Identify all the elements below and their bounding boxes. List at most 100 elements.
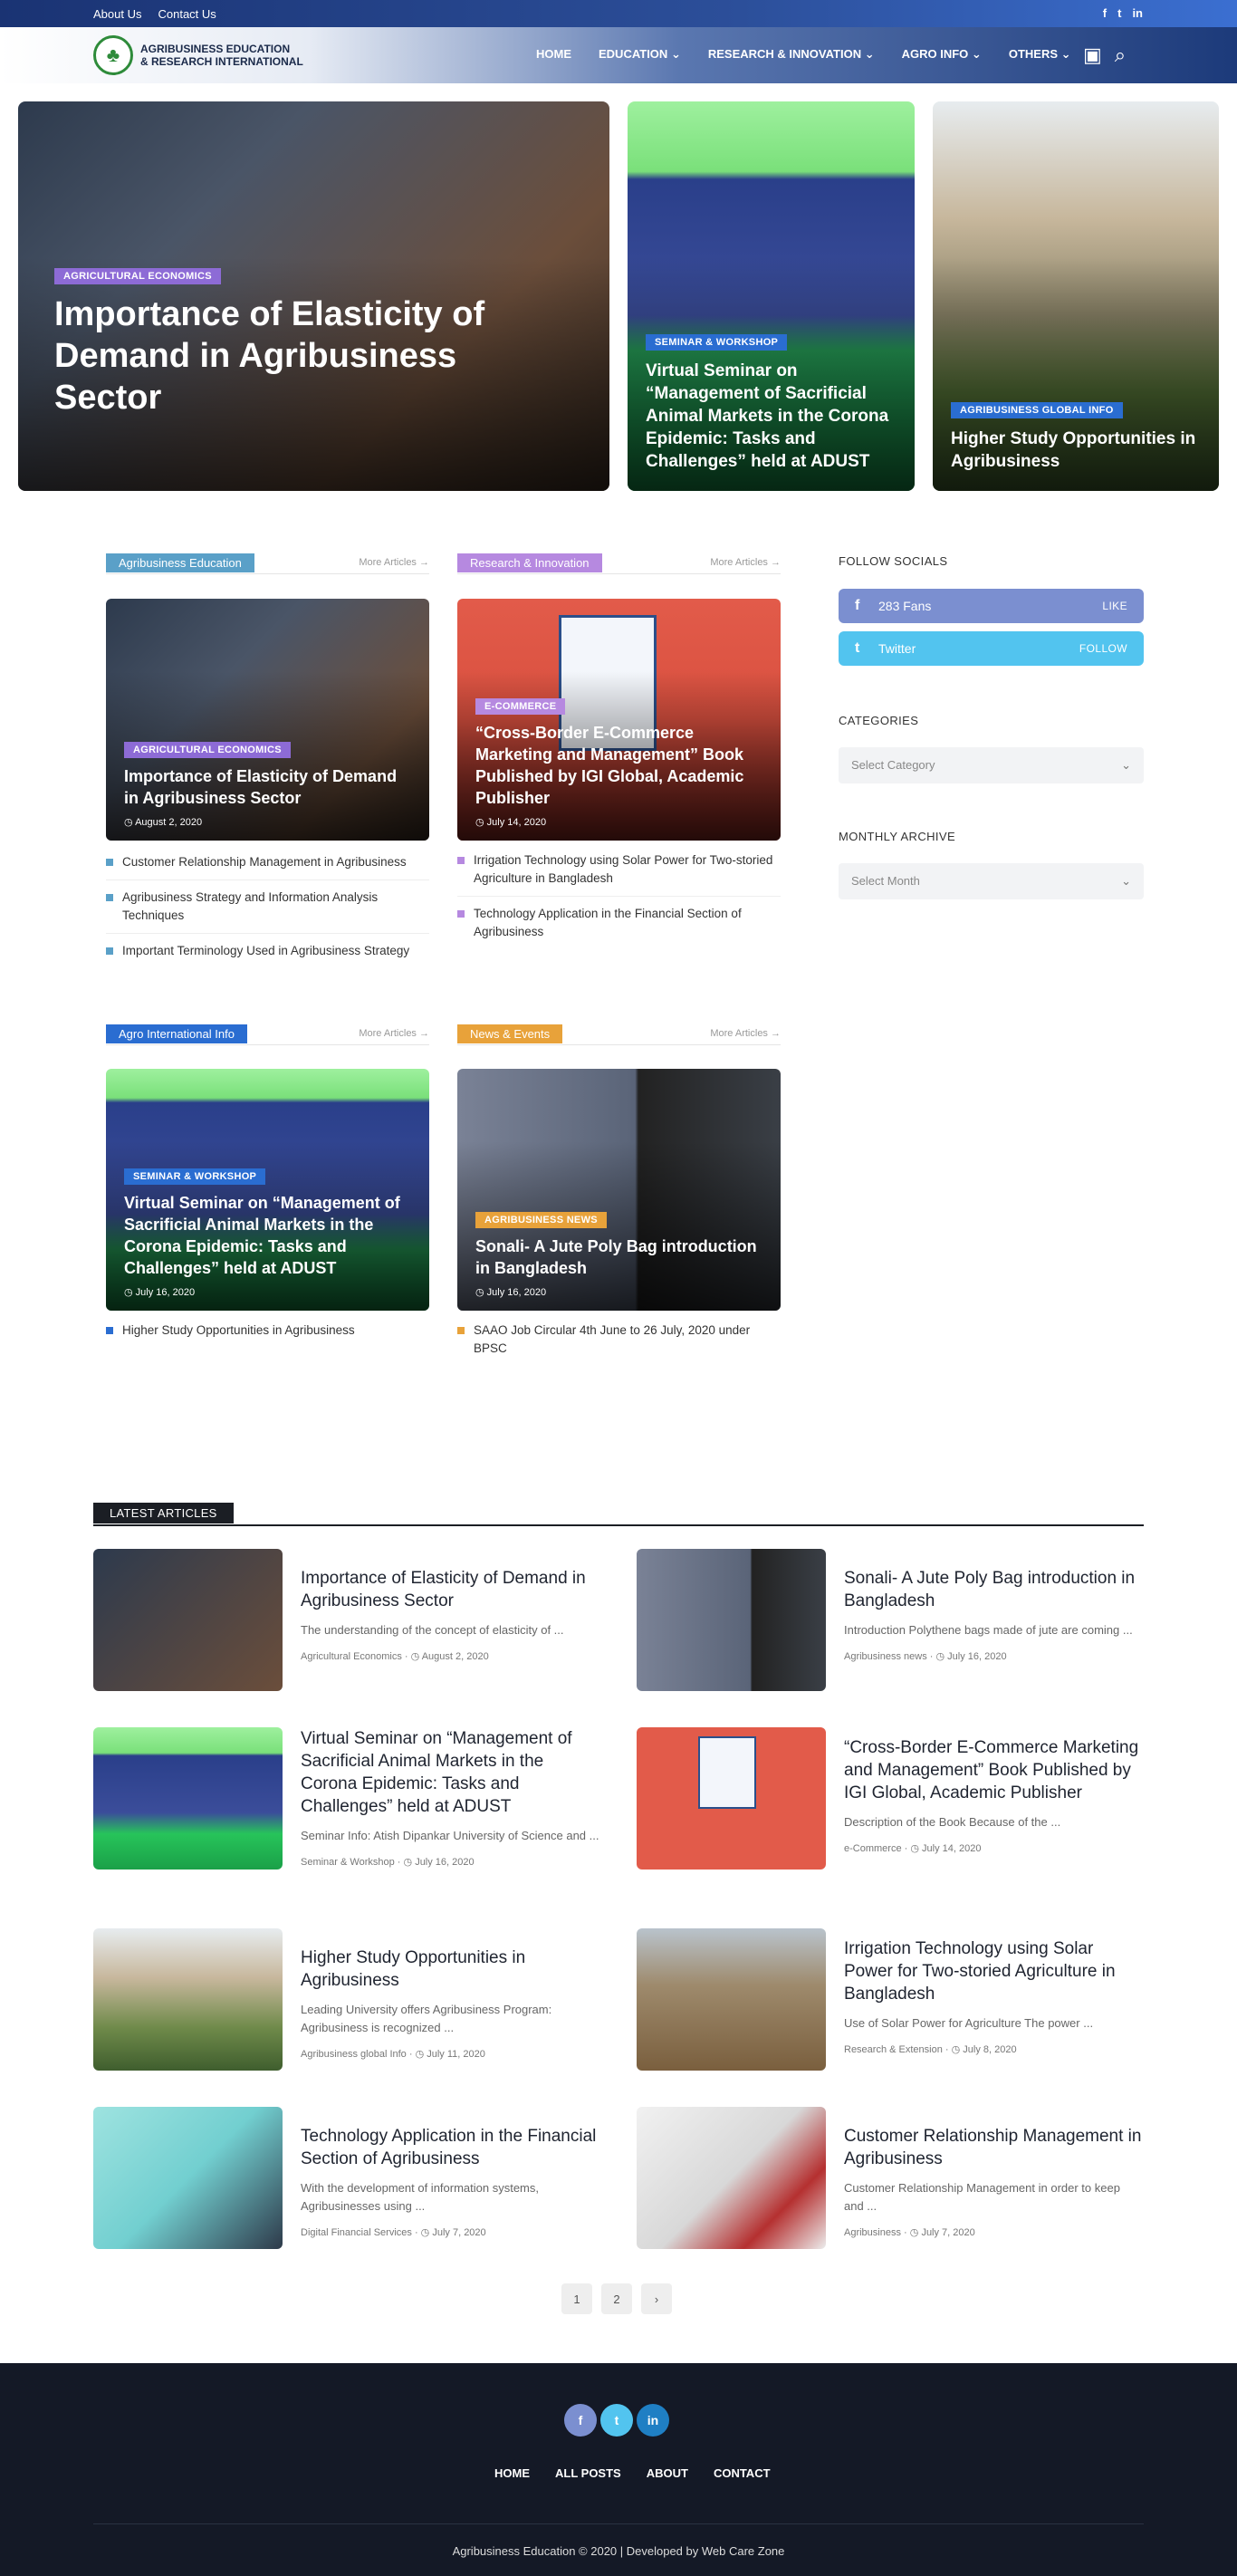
- category-badge[interactable]: E-COMMERCE: [475, 698, 566, 715]
- section-tag[interactable]: Agribusiness Education: [106, 553, 254, 572]
- contact-us-link[interactable]: Contact Us: [158, 7, 216, 21]
- article-category[interactable]: e-Commerce: [844, 1843, 902, 1854]
- nav-research[interactable]: RESEARCH & INNOVATION ⌄: [708, 47, 875, 62]
- section-tag[interactable]: News & Events: [457, 1024, 563, 1043]
- more-articles-link[interactable]: More Articles →: [710, 1028, 781, 1039]
- article-thumbnail[interactable]: [93, 2107, 283, 2249]
- linkedin-icon[interactable]: in: [637, 2404, 669, 2437]
- nav-education[interactable]: EDUCATION ⌄: [599, 47, 681, 62]
- more-articles-link[interactable]: More Articles →: [359, 1028, 429, 1039]
- article-title[interactable]: “Cross-Border E-Commerce Marketing and M…: [844, 1736, 1143, 1804]
- facebook-like-button[interactable]: f 283 Fans LIKE: [839, 589, 1144, 623]
- section-tag[interactable]: Agro International Info: [106, 1024, 247, 1043]
- article-excerpt: With the development of information syst…: [301, 2181, 540, 2213]
- article-title[interactable]: Virtual Seminar on “Management of Sacrif…: [301, 1727, 599, 1818]
- search-icon[interactable]: ⌕: [1115, 43, 1126, 67]
- category-select[interactable]: Select Category ⌄: [839, 747, 1144, 783]
- card-title[interactable]: Sonali- A Jute Poly Bag introduction in …: [475, 1235, 762, 1279]
- page-1-button[interactable]: 1: [561, 2283, 592, 2314]
- nav-icons: ▣ ⌕: [1083, 43, 1126, 67]
- nav-others[interactable]: OTHERS ⌄: [1009, 47, 1071, 62]
- nav-agro-info[interactable]: AGRO INFO ⌄: [902, 47, 982, 62]
- latest-article[interactable]: Higher Study Opportunities in Agribusine…: [93, 1928, 600, 2073]
- article-thumbnail[interactable]: [93, 1727, 283, 1870]
- hero-title[interactable]: Virtual Seminar on “Management of Sacrif…: [646, 360, 897, 473]
- article-thumbnail[interactable]: [637, 2107, 826, 2249]
- list-item[interactable]: Irrigation Technology using Solar Power …: [457, 851, 781, 897]
- article-title[interactable]: Customer Relationship Management in Agri…: [844, 2125, 1143, 2170]
- archive-select[interactable]: Select Month ⌄: [839, 863, 1144, 899]
- article-category[interactable]: Agribusiness news: [844, 1651, 927, 1662]
- latest-article[interactable]: Customer Relationship Management in Agri…: [637, 2107, 1144, 2252]
- latest-article[interactable]: Importance of Elasticity of Demand in Ag…: [93, 1549, 600, 1694]
- page-2-button[interactable]: 2: [601, 2283, 632, 2314]
- article-thumbnail[interactable]: [93, 1549, 283, 1691]
- article-meta: Agribusiness news · ◷ July 16, 2020: [844, 1651, 1007, 1662]
- more-articles-link[interactable]: More Articles →: [710, 557, 781, 568]
- article-title[interactable]: Higher Study Opportunities in Agribusine…: [301, 1946, 599, 1992]
- article-category[interactable]: Agribusiness: [844, 2227, 901, 2238]
- featured-card[interactable]: E-COMMERCE “Cross-Border E-Commerce Mark…: [457, 599, 781, 841]
- category-badge[interactable]: AGRICULTURAL ECONOMICS: [54, 268, 221, 284]
- latest-article[interactable]: Technology Application in the Financial …: [93, 2107, 600, 2252]
- top-bar: About Us Contact Us f t in: [0, 0, 1237, 27]
- list-item[interactable]: Agribusiness Strategy and Information An…: [106, 889, 429, 934]
- nav-home[interactable]: HOME: [536, 47, 571, 62]
- hero-title[interactable]: Higher Study Opportunities in Agribusine…: [951, 428, 1201, 473]
- article-thumbnail[interactable]: [637, 1928, 826, 2071]
- featured-card[interactable]: AGRIBUSINESS NEWS Sonali- A Jute Poly Ba…: [457, 1069, 781, 1311]
- list-item[interactable]: Customer Relationship Management in Agri…: [106, 853, 429, 880]
- featured-card[interactable]: AGRICULTURAL ECONOMICS Importance of Ela…: [106, 599, 429, 841]
- footer-all-posts-link[interactable]: ALL POSTS: [555, 2466, 621, 2480]
- hero-title[interactable]: Importance of Elasticity of Demand in Ag…: [54, 293, 561, 418]
- article-category[interactable]: Seminar & Workshop: [301, 1857, 395, 1868]
- featured-card[interactable]: SEMINAR & WORKSHOP Virtual Seminar on “M…: [106, 1069, 429, 1311]
- category-badge[interactable]: AGRICULTURAL ECONOMICS: [124, 742, 291, 758]
- card-title[interactable]: “Cross-Border E-Commerce Marketing and M…: [475, 722, 762, 809]
- article-category[interactable]: Research & Extension: [844, 2044, 943, 2055]
- more-articles-link[interactable]: More Articles →: [359, 557, 429, 568]
- footer-about-link[interactable]: ABOUT: [647, 2466, 688, 2480]
- hero-card-seminar[interactable]: SEMINAR & WORKSHOP Virtual Seminar on “M…: [628, 101, 915, 491]
- footer-contact-link[interactable]: CONTACT: [714, 2466, 771, 2480]
- latest-article[interactable]: Sonali- A Jute Poly Bag introduction in …: [637, 1549, 1144, 1694]
- footer-home-link[interactable]: HOME: [494, 2466, 530, 2480]
- twitter-icon[interactable]: t: [1117, 6, 1121, 20]
- article-category[interactable]: Agribusiness global Info: [301, 2049, 407, 2060]
- list-item[interactable]: Technology Application in the Financial …: [457, 905, 781, 949]
- category-badge[interactable]: SEMINAR & WORKSHOP: [646, 334, 788, 351]
- list-item[interactable]: Higher Study Opportunities in Agribusine…: [106, 1322, 429, 1348]
- linkedin-icon[interactable]: in: [1132, 6, 1143, 20]
- article-thumbnail[interactable]: [637, 1549, 826, 1691]
- latest-article[interactable]: Virtual Seminar on “Management of Sacrif…: [93, 1727, 600, 1872]
- hero-card-main[interactable]: AGRICULTURAL ECONOMICS Importance of Ela…: [18, 101, 609, 491]
- article-category[interactable]: Digital Financial Services: [301, 2227, 412, 2238]
- list-item[interactable]: SAAO Job Circular 4th June to 26 July, 2…: [457, 1322, 781, 1366]
- top-links: About Us Contact Us: [93, 7, 216, 21]
- latest-article[interactable]: “Cross-Border E-Commerce Marketing and M…: [637, 1727, 1144, 1872]
- twitter-follow-button[interactable]: t Twitter FOLLOW: [839, 631, 1144, 666]
- card-title[interactable]: Importance of Elasticity of Demand in Ag…: [124, 765, 411, 809]
- list-item[interactable]: Important Terminology Used in Agribusine…: [106, 942, 429, 968]
- article-thumbnail[interactable]: [637, 1727, 826, 1870]
- category-badge[interactable]: AGRIBUSINESS NEWS: [475, 1212, 607, 1228]
- hero-card-study[interactable]: AGRIBUSINESS GLOBAL INFO Higher Study Op…: [933, 101, 1219, 491]
- article-title[interactable]: Importance of Elasticity of Demand in Ag…: [301, 1567, 599, 1612]
- article-title[interactable]: Irrigation Technology using Solar Power …: [844, 1937, 1143, 2005]
- facebook-icon[interactable]: f: [1103, 6, 1107, 20]
- reading-list-icon[interactable]: ▣: [1083, 43, 1102, 67]
- article-category[interactable]: Agricultural Economics: [301, 1651, 402, 1662]
- latest-article[interactable]: Irrigation Technology using Solar Power …: [637, 1928, 1144, 2073]
- article-title[interactable]: Sonali- A Jute Poly Bag introduction in …: [844, 1567, 1143, 1612]
- category-badge[interactable]: SEMINAR & WORKSHOP: [124, 1168, 266, 1185]
- category-badge[interactable]: AGRIBUSINESS GLOBAL INFO: [951, 402, 1123, 418]
- about-us-link[interactable]: About Us: [93, 7, 141, 21]
- twitter-icon[interactable]: t: [600, 2404, 633, 2437]
- article-title[interactable]: Technology Application in the Financial …: [301, 2125, 599, 2170]
- facebook-icon[interactable]: f: [564, 2404, 597, 2437]
- site-logo[interactable]: ♣ AGRIBUSINESS EDUCATION & RESEARCH INTE…: [93, 35, 303, 75]
- card-title[interactable]: Virtual Seminar on “Management of Sacrif…: [124, 1192, 411, 1279]
- article-thumbnail[interactable]: [93, 1928, 283, 2071]
- next-page-button[interactable]: ›: [641, 2283, 672, 2314]
- section-tag[interactable]: Research & Innovation: [457, 553, 602, 572]
